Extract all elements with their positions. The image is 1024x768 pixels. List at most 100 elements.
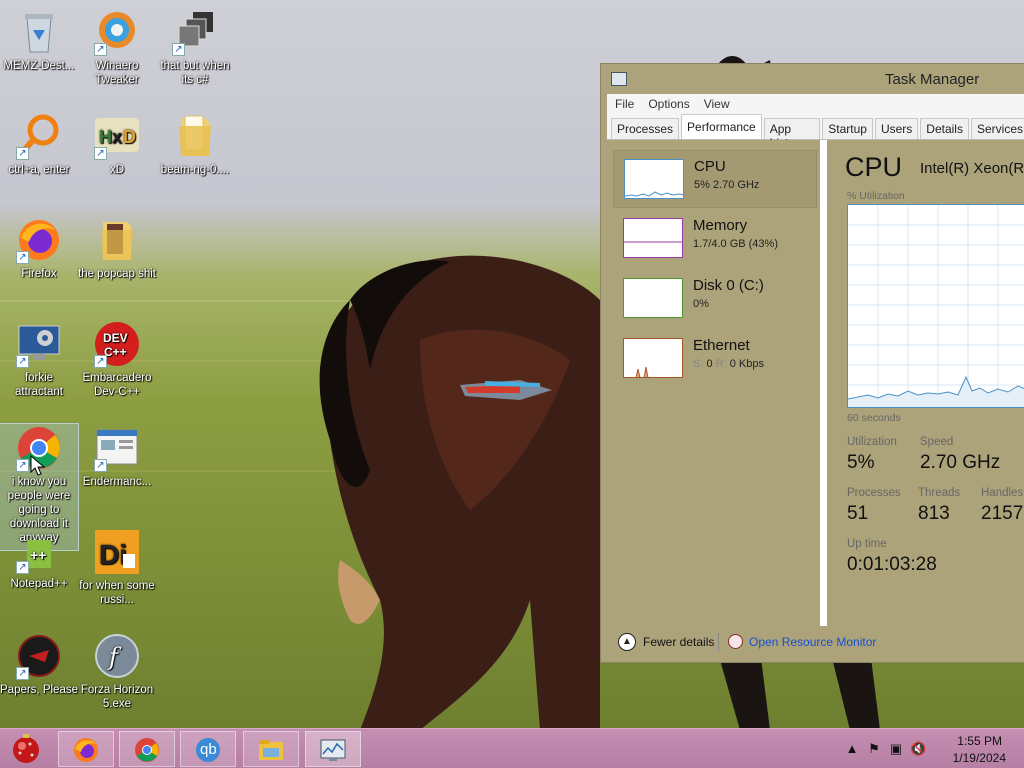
menu-view[interactable]: View	[704, 97, 730, 111]
shortcut-arrow-icon: ↗	[172, 43, 185, 56]
show-hidden-icons-icon[interactable]: ▲	[844, 741, 860, 757]
performance-panel: CPU 5% 2.70 GHz Memory 1.7/4.0 GB (43%) …	[607, 140, 1024, 626]
desktop-icon-label: xD	[109, 164, 125, 176]
resource-name: Disk 0 (C:)	[693, 277, 764, 294]
desktop-icon-label: Endermanc...	[82, 476, 152, 488]
threads-label: Threads	[918, 487, 961, 499]
resource-item-ethernet[interactable]: Ethernet S: 0 R: 0 Kbps	[613, 330, 817, 388]
volume-muted-icon[interactable]: 🔇	[910, 741, 926, 757]
resource-name: Memory	[693, 217, 748, 234]
qbittorrent-text: qb	[200, 741, 217, 758]
clock-date[interactable]: 1/19/2024	[953, 751, 1006, 765]
shortcut-arrow-icon: ↗	[16, 355, 29, 368]
desktop-icon-label: forkie attractant	[15, 372, 63, 398]
recycle-bin-icon	[15, 8, 63, 56]
tab-users[interactable]: Users	[874, 118, 919, 139]
svg-text:x: x	[112, 127, 122, 147]
folder-icon	[171, 112, 219, 160]
menu-file[interactable]: File	[615, 97, 634, 111]
search-magnifier-icon: ↗	[15, 112, 63, 160]
desktop-icon-winaero[interactable]: ↗ Winaero Tweaker	[78, 8, 156, 87]
desktop-icon-csharp[interactable]: ↗ that but when its c#	[156, 8, 234, 87]
window-body: File Options View Processes Performance …	[607, 94, 1024, 656]
window-footer: ▲ Fewer details Open Resource Monitor	[607, 626, 1024, 656]
taskbar-file-explorer[interactable]	[243, 731, 299, 767]
tab-processes[interactable]: Processes	[611, 118, 680, 139]
shortcut-arrow-icon: ↗	[16, 667, 29, 680]
desktop-icon-notepadpp[interactable]: ++ ↗ Notepad++	[0, 530, 78, 591]
desktop-icon-label: Forza Horizon 5.exe	[80, 684, 154, 710]
taskbar-chrome[interactable]	[119, 731, 175, 767]
desktop-icon-ctrl-a[interactable]: ↗ ctrl+a, enter	[0, 112, 78, 177]
desktop-icon-beamng[interactable]: beam-ng-0....	[156, 112, 234, 177]
mouse-cursor-icon	[30, 455, 46, 476]
shortcut-arrow-icon: ↗	[16, 459, 29, 472]
resource-item-memory[interactable]: Memory 1.7/4.0 GB (43%)	[613, 210, 817, 268]
send-label: S:	[693, 358, 704, 370]
task-manager-window[interactable]: Task Manager File Options View Processes…	[600, 63, 1024, 663]
papers-please-icon: ↗	[15, 632, 63, 680]
file-explorer-icon	[259, 740, 283, 760]
tab-app-history[interactable]: App history	[763, 118, 821, 150]
desktop-icon-endermanch[interactable]: ↗ Endermanc...	[78, 424, 156, 489]
shortcut-arrow-icon: ↗	[16, 251, 29, 264]
tab-services[interactable]: Services	[970, 118, 1024, 139]
window-titlebar[interactable]: Task Manager	[601, 64, 1024, 94]
action-center-flag-icon[interactable]: ⚑	[866, 741, 882, 757]
computer-gear-icon: ↗	[15, 320, 63, 368]
receive-label: R:	[715, 358, 727, 370]
menu-options[interactable]: Options	[648, 97, 689, 111]
clock-time[interactable]: 1:55 PM	[957, 734, 1002, 748]
desktop-icon-forza[interactable]: f Forza Horizon 5.exe	[78, 632, 156, 711]
taskbar-qbittorrent[interactable]: qb	[180, 731, 236, 767]
svg-text:D: D	[123, 127, 136, 147]
fewer-details-button[interactable]: Fewer details	[643, 635, 714, 649]
tab-performance[interactable]: Performance	[681, 114, 762, 139]
tab-details[interactable]: Details	[920, 118, 969, 139]
svg-text:Di: Di	[99, 539, 127, 570]
svg-text:H: H	[99, 127, 112, 147]
desktop-icon-die[interactable]: Di for when some russi...	[78, 528, 156, 607]
speed-value: 2.70 GHz	[920, 452, 1001, 473]
disk-mini-graph	[623, 278, 683, 318]
desktop-icon-memz[interactable]: MEMZ-Dest...	[0, 8, 78, 73]
window-title: Task Manager	[885, 71, 980, 88]
resource-item-cpu[interactable]: CPU 5% 2.70 GHz	[613, 150, 817, 208]
cpu-mini-graph	[624, 159, 684, 199]
network-icon[interactable]: ▣	[888, 741, 904, 757]
stacked-windows-icon: ↗	[171, 8, 219, 56]
utilization-axis-label: % Utilization	[847, 190, 905, 202]
desktop-icon-firefox[interactable]: ↗ Firefox	[0, 216, 78, 281]
task-manager-icon	[611, 72, 627, 86]
resource-name: CPU	[694, 158, 726, 175]
desktop-icon-label: Notepad++	[10, 578, 68, 590]
resource-monitor-icon	[728, 634, 743, 649]
shortcut-arrow-icon: ↗	[94, 43, 107, 56]
shortcut-arrow-icon: ↗	[16, 147, 29, 160]
shortcut-arrow-icon: ↗	[94, 355, 107, 368]
resource-value: 0%	[693, 298, 709, 310]
desktop-icon-label: that but when its c#	[160, 60, 230, 86]
desktop-icon-label: Papers, Please	[0, 684, 78, 696]
resource-list-scrollbar[interactable]	[820, 140, 827, 626]
desktop-icon-devcpp[interactable]: DEV C++ ↗ Embarcadero Dev-C++	[78, 320, 156, 399]
taskbar-task-manager[interactable]	[305, 731, 361, 767]
svg-text:++: ++	[30, 547, 46, 563]
chevron-up-icon[interactable]: ▲	[618, 633, 636, 651]
open-resource-monitor-link[interactable]: Open Resource Monitor	[749, 635, 876, 649]
cpu-detail-pane: CPU Intel(R) Xeon(R) % Utilization 60 se…	[827, 140, 1024, 626]
taskbar-firefox[interactable]	[58, 731, 114, 767]
resource-list: CPU 5% 2.70 GHz Memory 1.7/4.0 GB (43%) …	[607, 150, 819, 626]
desktop-icon-xd[interactable]: HxD ↗ xD	[78, 112, 156, 177]
start-orb-icon	[13, 734, 39, 763]
desktop-icon-label: the popcap shit	[78, 268, 157, 280]
tab-startup[interactable]: Startup	[822, 118, 873, 139]
desktop-icon-papers-please[interactable]: ↗ Papers, Please	[0, 632, 78, 697]
hxd-icon: HxD ↗	[93, 112, 141, 160]
desktop-icon-forkie[interactable]: ↗ forkie attractant	[0, 320, 78, 399]
die-icon: Di	[93, 528, 141, 576]
resource-item-disk[interactable]: Disk 0 (C:) 0%	[613, 270, 817, 328]
desktop-icon-popcap[interactable]: the popcap shit	[78, 216, 156, 281]
desktop-icon-label: Embarcadero Dev-C++	[82, 372, 152, 398]
start-button[interactable]	[8, 731, 44, 767]
